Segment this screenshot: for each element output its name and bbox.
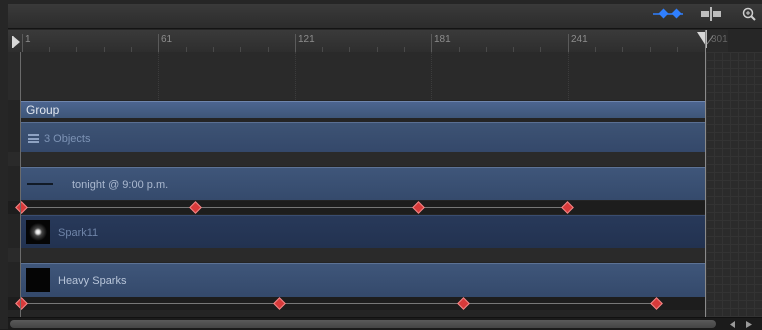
scroll-left-icon[interactable] [728, 320, 738, 329]
scroll-right-icon[interactable] [744, 320, 754, 329]
keyframe[interactable] [457, 297, 470, 310]
group-track-label: Group [26, 103, 60, 117]
objects-track-bar[interactable]: 3 Objects [20, 122, 706, 153]
keyframe-toggle-icon [651, 7, 685, 25]
layer-stack-icon [28, 134, 39, 143]
keyframe-toggle-button[interactable] [649, 7, 687, 25]
timeline-toolbar [8, 4, 762, 29]
text-layer-icon [27, 183, 53, 185]
ruler-label: 301 [711, 34, 728, 45]
keyframe-row-heavy-sparks [8, 297, 706, 310]
heavy-sparks-track-label: Heavy Sparks [58, 275, 127, 287]
snap-button[interactable] [697, 6, 725, 26]
timeline-empty-area [8, 52, 706, 100]
zoom-icon [742, 7, 756, 26]
keyframe[interactable] [15, 297, 28, 310]
frame-ruler[interactable]: 1 61 121 181 241 [8, 30, 706, 53]
objects-track-label: 3 Objects [44, 133, 91, 145]
heavy-sparks-thumbnail [26, 268, 50, 292]
spark-track-label: Spark11 [58, 227, 99, 239]
group-track-bar[interactable]: Group [20, 101, 706, 118]
ruler-label: 241 [571, 34, 588, 45]
heavy-sparks-track-bar[interactable]: Heavy Sparks [20, 263, 706, 297]
keyframe[interactable] [650, 297, 663, 310]
spark-thumbnail [26, 220, 50, 244]
keyframe[interactable] [561, 201, 574, 214]
snap-icon [699, 6, 723, 26]
track-separator [8, 248, 706, 262]
timeline-overflow-area [706, 52, 762, 317]
keyframe-row-text [8, 201, 706, 214]
play-range-start-line [20, 52, 21, 317]
ruler-label: 181 [434, 34, 451, 45]
keyframe[interactable] [273, 297, 286, 310]
play-range-start-icon[interactable] [12, 35, 21, 53]
text-layer-track-bar[interactable]: tonight @ 9:00 p.m. [20, 167, 706, 200]
horizontal-scrollbar[interactable] [8, 317, 762, 330]
zoom-button[interactable] [737, 7, 761, 25]
spark-track-bar[interactable]: Spark11 [20, 215, 706, 248]
ruler-label: 121 [298, 34, 315, 45]
play-range-end-line[interactable] [705, 30, 706, 317]
keyframe[interactable] [189, 201, 202, 214]
text-layer-track-label: tonight @ 9:00 p.m. [72, 179, 169, 191]
scrollbar-thumb[interactable] [10, 320, 716, 328]
ruler-label: 1 [25, 34, 31, 45]
track-separator [8, 152, 706, 166]
ruler-label: 61 [161, 34, 173, 45]
keyframe[interactable] [15, 201, 28, 214]
timeline-panel: 1 61 121 181 241 301 Group 3 Objects ton… [0, 0, 762, 330]
keyframe[interactable] [412, 201, 425, 214]
